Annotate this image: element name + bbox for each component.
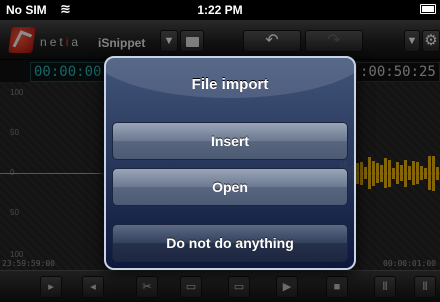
do-nothing-button[interactable]: Do not do anything [112,224,348,262]
battery-icon [420,4,436,14]
status-bar: No SIM ≋ 1:22 PM [0,0,440,20]
insert-button[interactable]: Insert [112,122,348,160]
status-time: 1:22 PM [197,3,243,17]
dialog-title: File import [191,76,269,93]
open-button[interactable]: Open [112,168,348,206]
file-import-dialog: File import Insert Open Do not do anythi… [104,56,356,270]
